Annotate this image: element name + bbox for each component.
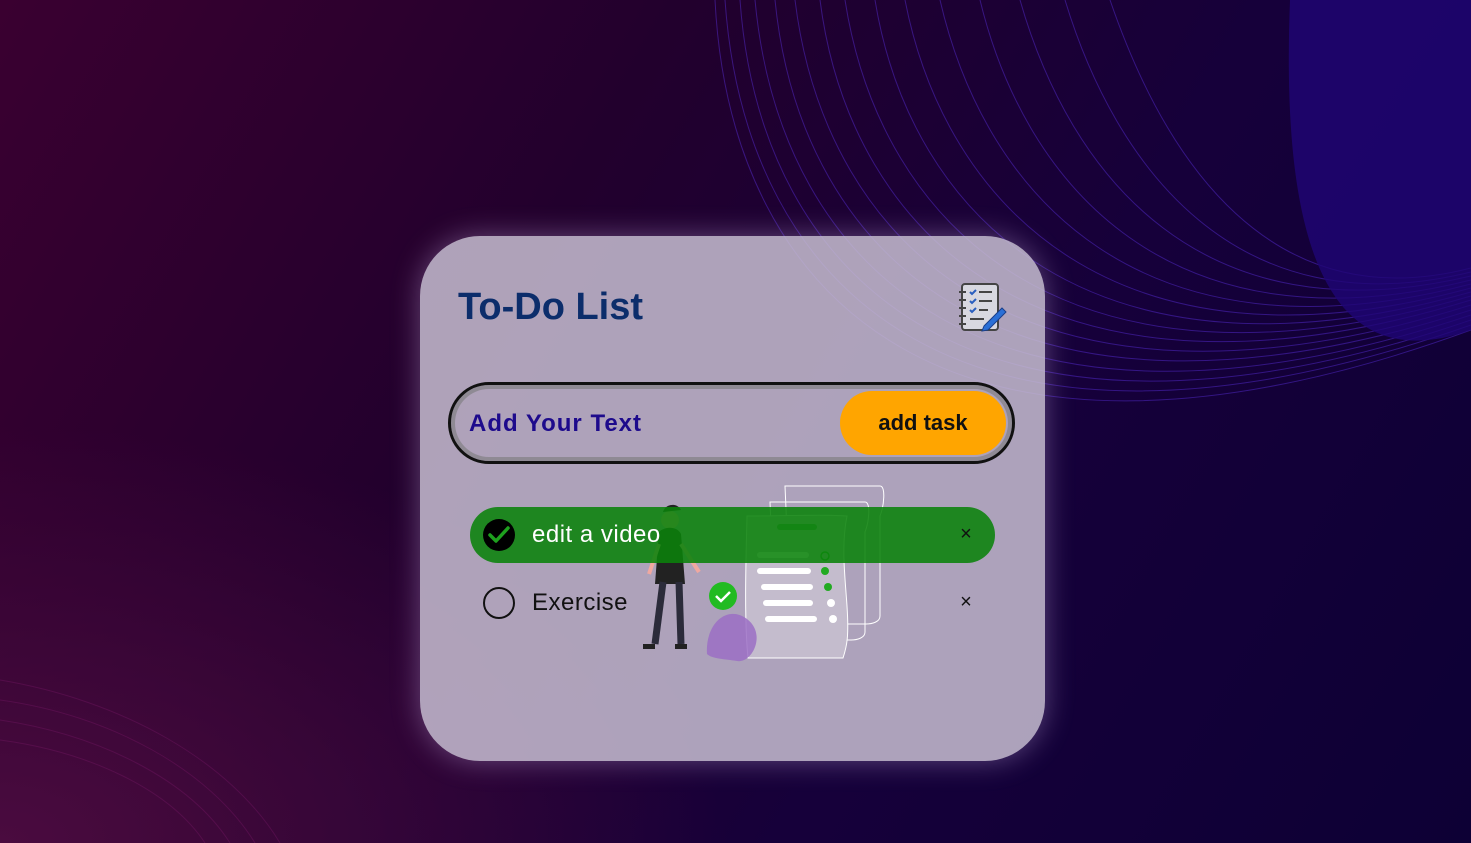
task-input-wrapper: add task [448,382,1015,464]
task-label: edit a video [532,521,661,548]
unchecked-circle-icon[interactable] [483,587,515,619]
delete-task-icon[interactable]: × [955,591,977,613]
task-item[interactable]: edit a video × [470,507,995,563]
task-label: Exercise [532,589,629,616]
checked-circle-icon[interactable] [483,519,515,551]
app-title: To-Do List [458,286,644,328]
delete-task-icon[interactable]: × [955,523,977,545]
task-input[interactable] [469,403,829,445]
todo-card: To-Do List add task [420,236,1045,761]
add-task-button[interactable]: add task [840,391,1006,455]
task-item[interactable]: Exercise × [470,575,995,631]
notebook-checklist-icon [959,283,1007,332]
